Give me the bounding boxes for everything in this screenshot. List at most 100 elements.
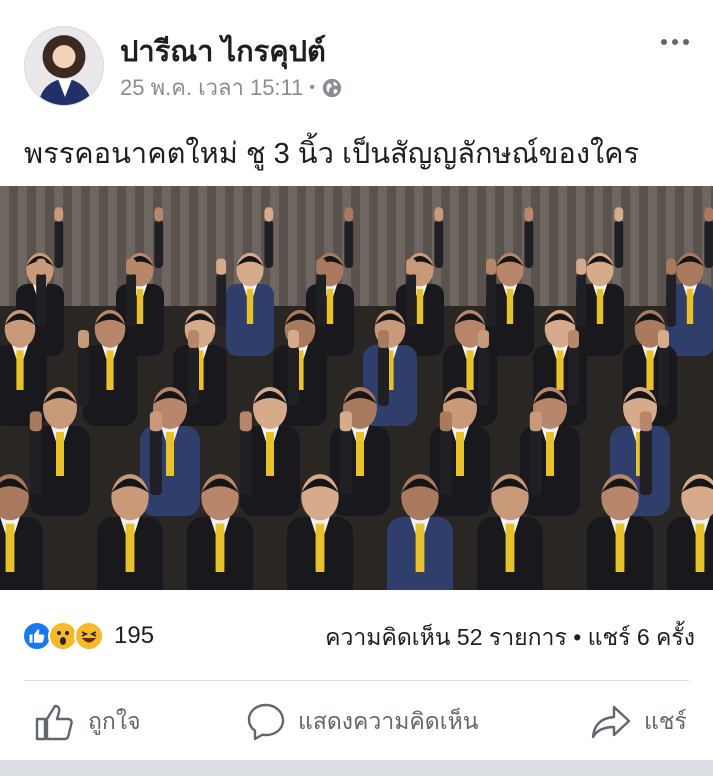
raised-hand — [434, 207, 444, 222]
raised-hand — [154, 207, 164, 222]
post-meta: 25 พ.ค. เวลา 15:11 • — [120, 70, 343, 105]
yellow-tie — [546, 432, 554, 476]
more-dot — [672, 39, 678, 45]
comment-bubble-icon — [247, 703, 285, 741]
comment-button[interactable]: แสดงความคิดเห็น — [246, 702, 478, 742]
raised-hand — [188, 330, 199, 348]
share-arrow-icon — [591, 705, 631, 739]
more-options-icon[interactable] — [657, 32, 693, 52]
raised-arm — [406, 273, 417, 327]
raised-hand — [529, 411, 542, 432]
feed-separator — [0, 760, 713, 776]
raised-hand — [36, 258, 47, 275]
raised-arm — [486, 273, 497, 327]
reaction-summary[interactable]: 195 — [22, 618, 154, 654]
raised-arm — [529, 429, 542, 495]
facebook-post: ปารีณา ไกรคุปต์ 25 พ.ค. เวลา 15:11 • พรร… — [0, 0, 713, 760]
more-dot — [683, 39, 689, 45]
raised-arm — [149, 429, 162, 495]
comment-count-link[interactable]: ความคิดเห็น 52 รายการ — [325, 624, 567, 650]
yellow-tie — [106, 350, 114, 390]
raised-arm — [288, 346, 299, 406]
raised-arm — [658, 346, 669, 406]
raised-arm — [478, 346, 489, 406]
yellow-tie — [16, 350, 24, 390]
yellow-tie — [506, 288, 514, 324]
share-button[interactable]: แชร์ — [590, 702, 687, 742]
yellow-tie — [596, 288, 604, 324]
raised-arm — [29, 429, 42, 495]
thumbs-up-icon — [35, 704, 73, 741]
yellow-tie — [456, 432, 464, 476]
yellow-tie — [5, 523, 15, 572]
raised-arm — [78, 346, 89, 406]
raised-arm — [639, 429, 652, 495]
raised-hand — [704, 207, 713, 222]
yellow-tie — [695, 523, 705, 572]
raised-arm — [154, 220, 164, 268]
raised-hand — [216, 258, 227, 275]
post-action-bar: ถูกใจ แสดงความคิดเห็น แชร์ — [0, 692, 713, 754]
raised-arm — [666, 273, 677, 327]
raised-arm — [568, 346, 579, 406]
raised-arm — [339, 429, 352, 495]
yellow-tie — [416, 288, 424, 324]
yellow-tie — [615, 523, 625, 572]
yellow-tie — [686, 288, 694, 324]
yellow-tie — [466, 350, 474, 390]
raised-arm — [126, 273, 137, 327]
share-count-link[interactable]: แชร์ 6 ครั้ง — [588, 624, 695, 650]
yellow-tie — [556, 350, 564, 390]
raised-hand — [439, 411, 452, 432]
post-stats: ความคิดเห็น 52 รายการ • แชร์ 6 ครั้ง — [325, 620, 695, 656]
raised-hand — [378, 330, 389, 348]
raised-arm — [264, 220, 274, 268]
raised-hand — [486, 258, 497, 275]
raised-arm — [576, 273, 587, 327]
raised-hand — [658, 330, 669, 348]
yellow-tie — [646, 350, 654, 390]
raised-hand — [524, 207, 534, 222]
action-divider — [24, 680, 689, 681]
yellow-tie — [166, 432, 174, 476]
meta-separator: • — [309, 78, 315, 96]
yellow-tie — [505, 523, 515, 572]
post-timestamp[interactable]: 25 พ.ค. เวลา 15:11 — [120, 70, 303, 105]
raised-hand — [239, 411, 252, 432]
raised-hand — [29, 411, 42, 432]
raised-hand — [54, 207, 64, 222]
more-dot — [661, 39, 667, 45]
yellow-tie — [56, 432, 64, 476]
raised-hand — [316, 258, 327, 275]
raised-arm — [704, 220, 713, 268]
reaction-count: 195 — [114, 622, 155, 649]
raised-arm — [434, 220, 444, 268]
raised-hand — [78, 330, 89, 348]
raised-arm — [439, 429, 452, 495]
stats-separator: • — [573, 624, 582, 650]
like-button[interactable]: ถูกใจ — [34, 702, 141, 742]
raised-hand — [478, 330, 489, 348]
share-label: แชร์ — [644, 708, 687, 734]
post-text: พรรคอนาคตใหม่ ชู 3 นิ้ว เป็นสัญญลักษณ์ขอ… — [24, 138, 640, 170]
raised-hand — [126, 258, 137, 275]
post-header: ปารีณา ไกรคุปต์ 25 พ.ค. เวลา 15:11 • — [24, 24, 693, 106]
yellow-tie — [315, 523, 325, 572]
author-avatar[interactable] — [24, 26, 104, 106]
raised-hand — [406, 258, 417, 275]
raised-arm — [316, 273, 327, 327]
comment-label: แสดงความคิดเห็น — [298, 708, 479, 734]
raised-hand — [614, 207, 624, 222]
raised-arm — [614, 220, 624, 268]
like-label: ถูกใจ — [88, 708, 141, 734]
author-name[interactable]: ปารีณา ไกรคุปต์ — [120, 28, 326, 74]
globe-icon — [322, 78, 342, 97]
raised-hand — [666, 258, 677, 275]
yellow-tie — [246, 288, 254, 324]
yellow-tie — [266, 432, 274, 476]
post-photo[interactable] — [0, 186, 713, 590]
yellow-tie — [356, 432, 364, 476]
yellow-tie — [415, 523, 425, 572]
raised-hand — [576, 258, 587, 275]
raised-hand — [149, 411, 162, 432]
